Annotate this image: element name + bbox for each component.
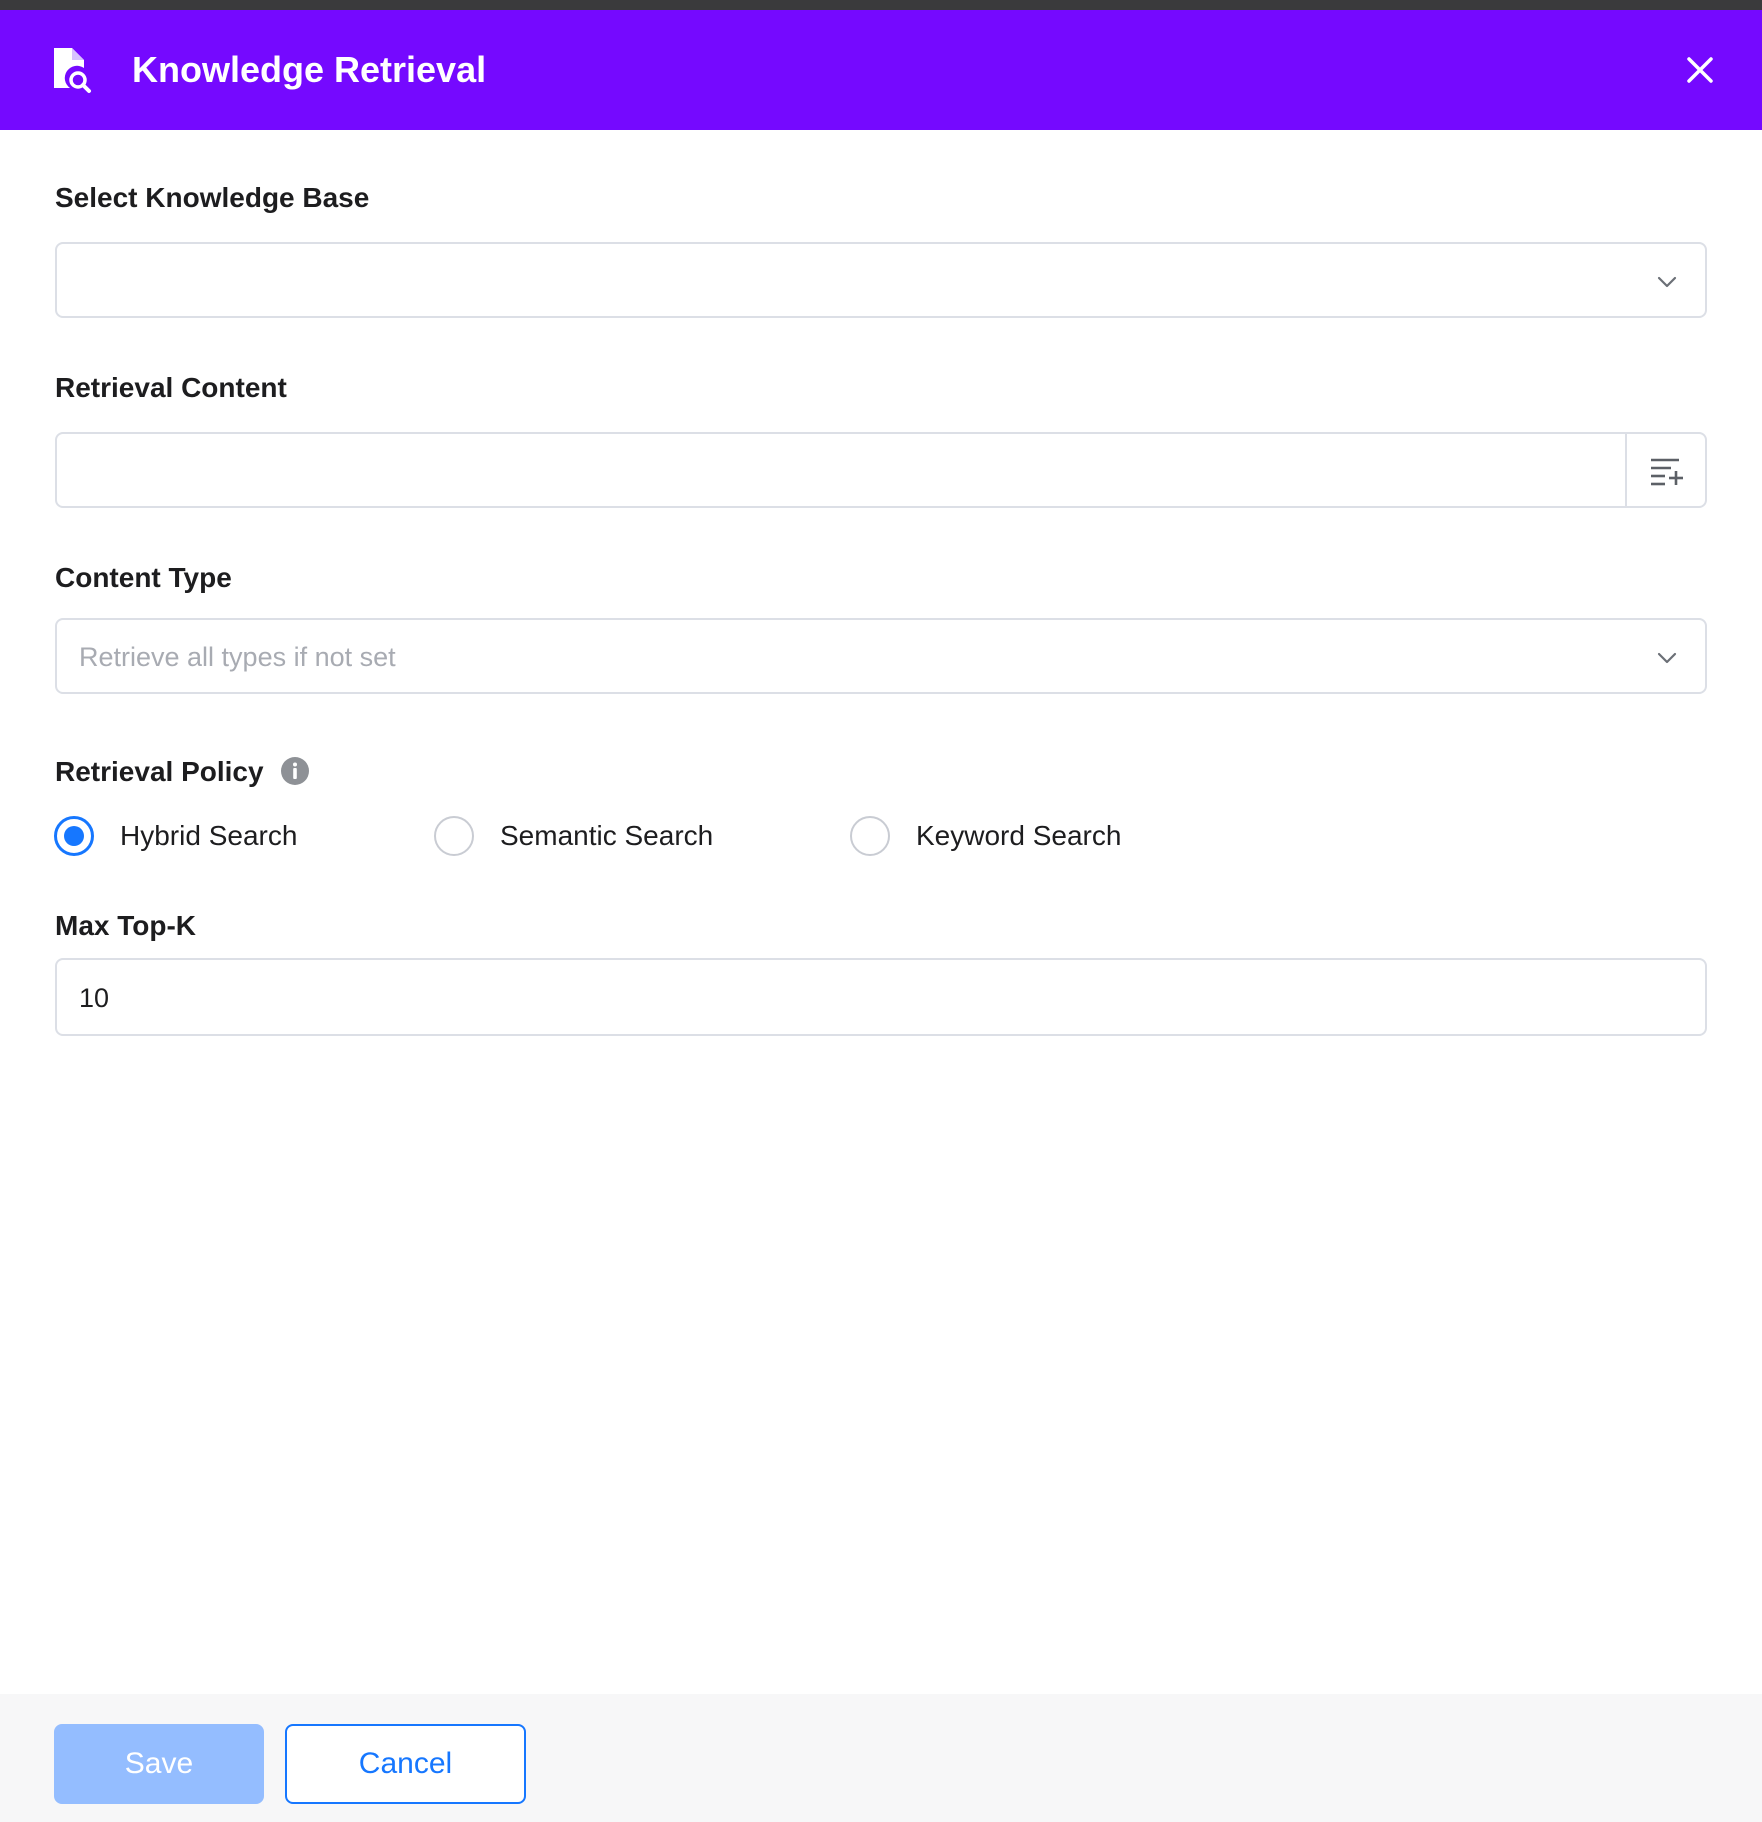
save-button[interactable]: Save [54,1724,264,1804]
file-search-icon [50,46,94,94]
retrieval-content-input[interactable] [55,432,1707,508]
info-icon[interactable] [280,756,310,786]
chevron-down-icon [1655,646,1679,670]
radio-label: Hybrid Search [120,820,298,851]
radio-button-checked[interactable] [54,816,94,856]
radio-button[interactable] [434,816,474,856]
radio-label: Semantic Search [500,820,714,851]
chevron-down-icon [1655,270,1679,294]
radio-keyword-search[interactable]: Keyword Search [850,816,1150,856]
knowledge-base-select[interactable] [55,242,1707,318]
max-top-k-label: Max Top-K [55,910,197,941]
radio-button[interactable] [850,816,890,856]
dialog-header: Knowledge Retrieval [0,10,1762,130]
retrieval-content-label: Retrieval Content [55,372,287,403]
dialog-title: Knowledge Retrieval [132,49,487,90]
content-type-select[interactable]: Retrieve all types if not set [55,618,1707,694]
cancel-button[interactable]: Cancel [285,1724,526,1804]
insert-variable-icon [1651,458,1683,486]
max-top-k-value: 10 [79,983,110,1013]
insert-variable-button[interactable] [1625,434,1705,506]
dialog-footer: Save Cancel [0,1694,1762,1822]
knowledge-base-label: Select Knowledge Base [55,182,370,213]
retrieval-policy-label: Retrieval Policy [55,756,264,787]
max-top-k-input[interactable]: 10 [55,958,1707,1036]
radio-semantic-search[interactable]: Semantic Search [434,816,734,856]
radio-label: Keyword Search [916,820,1122,851]
window-top-strip [0,0,1762,10]
content-type-label: Content Type [55,562,232,593]
content-type-placeholder: Retrieve all types if not set [79,642,396,672]
radio-hybrid-search[interactable]: Hybrid Search [54,816,334,856]
close-icon[interactable] [1680,50,1720,90]
knowledge-retrieval-dialog: Knowledge Retrieval Select Knowledge Bas… [0,10,1762,1822]
